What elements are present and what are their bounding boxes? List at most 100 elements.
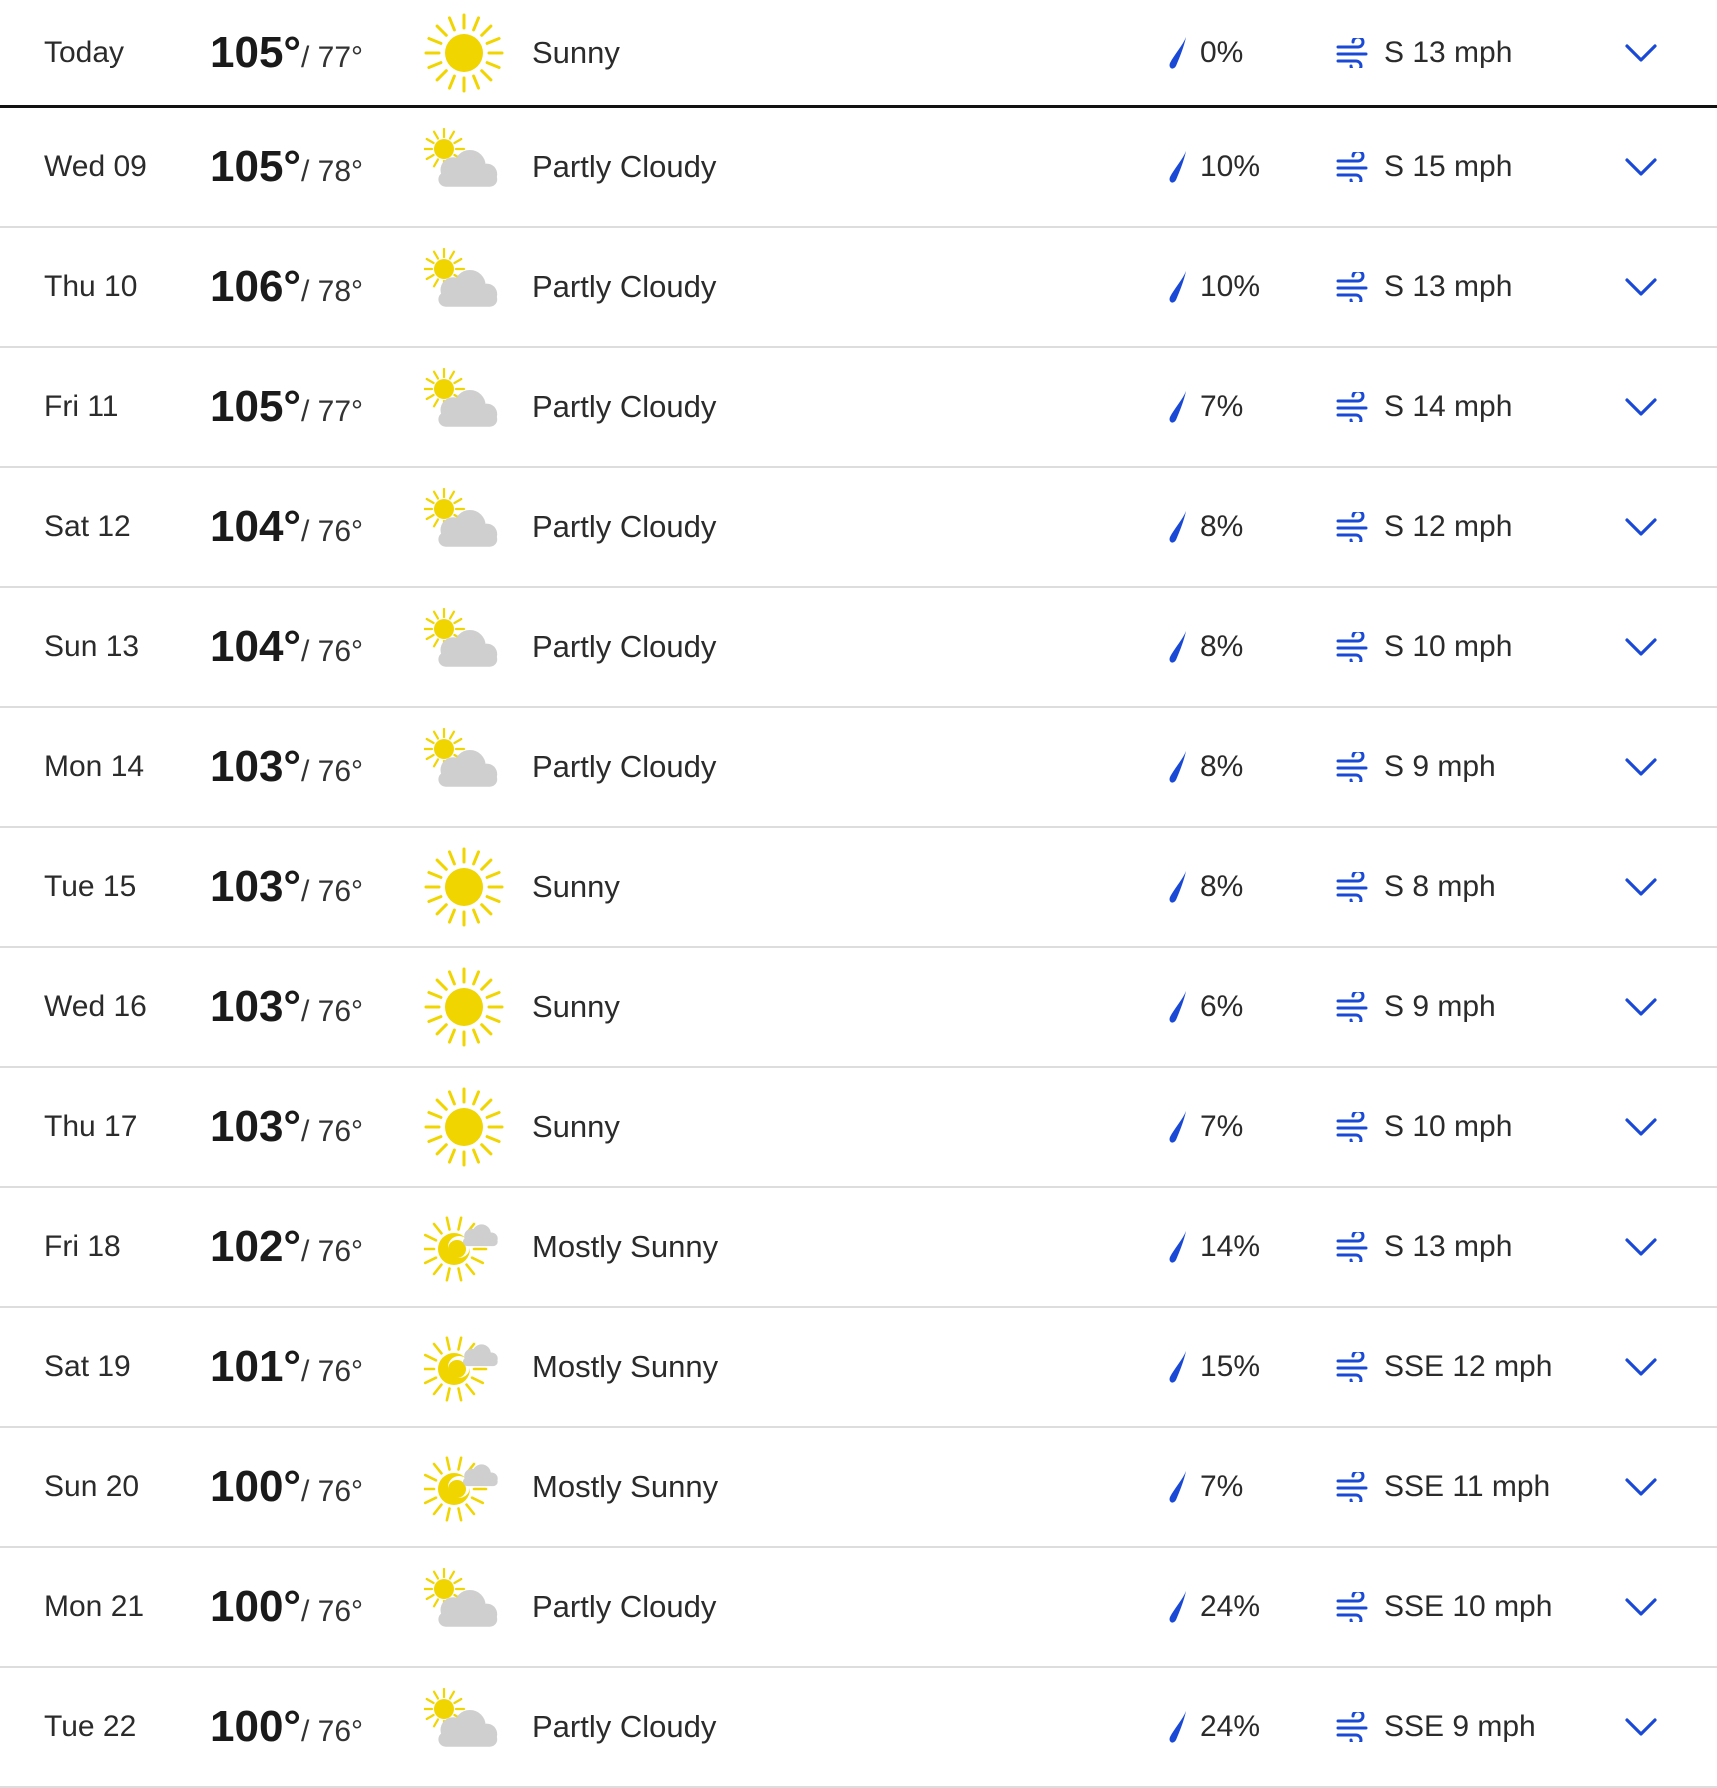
day-label: Mon 21 — [44, 1590, 145, 1623]
forecast-row-mon-21[interactable]: Mon 21 100°/ 76° Partly Cloudy 24% SSE 1… — [0, 1548, 1717, 1668]
wind-speed: S 12 mph — [1384, 510, 1513, 543]
high-temp: 104° — [210, 502, 302, 551]
temperature-range: 101°/ 76° — [210, 1342, 363, 1392]
precip-chance: 24% — [1200, 1710, 1261, 1743]
precip-chance: 7% — [1200, 1470, 1244, 1503]
wind-speed: S 9 mph — [1384, 750, 1496, 783]
condition-label: Partly Cloudy — [532, 149, 717, 184]
high-temp: 105° — [210, 382, 302, 431]
raindrop-icon — [1166, 1709, 1190, 1745]
condition-label: Partly Cloudy — [532, 509, 717, 544]
raindrop-icon — [1166, 509, 1190, 545]
wind-speed: S 9 mph — [1384, 990, 1496, 1023]
temperature-range: 100°/ 76° — [210, 1582, 363, 1632]
temperature-range: 103°/ 76° — [210, 742, 363, 792]
day-label: Wed 16 — [44, 990, 147, 1023]
wind-speed: SSE 10 mph — [1384, 1590, 1553, 1623]
high-temp: 103° — [210, 1102, 302, 1151]
forecast-row-sat-12[interactable]: Sat 12 104°/ 76° Partly Cloudy 8% S 12 m… — [0, 468, 1717, 588]
chevron-down-icon[interactable] — [1624, 1596, 1658, 1618]
high-temp: 102° — [210, 1222, 302, 1271]
day-label: Wed 09 — [44, 150, 147, 183]
high-temp: 104° — [210, 622, 302, 671]
temperature-range: 104°/ 76° — [210, 622, 363, 672]
high-temp: 101° — [210, 1342, 302, 1391]
forecast-row-wed-16[interactable]: Wed 16 103°/ 76° Sunny 6% S 9 mph — [0, 948, 1717, 1068]
condition-label: Sunny — [532, 34, 620, 70]
wind-icon — [1336, 992, 1370, 1022]
low-temp: / 76° — [301, 635, 364, 668]
low-temp: / 76° — [301, 1595, 364, 1628]
wind-speed: S 13 mph — [1384, 1230, 1513, 1263]
raindrop-icon — [1166, 629, 1190, 665]
raindrop-icon — [1166, 1349, 1190, 1385]
low-temp: / 76° — [301, 515, 364, 548]
high-temp: 100° — [210, 1582, 302, 1631]
forecast-row-mon-14[interactable]: Mon 14 103°/ 76° Partly Cloudy 8% S 9 mp… — [0, 708, 1717, 828]
forecast-row-wed-09[interactable]: Wed 09 105°/ 78° Partly Cloudy 10% S 15 … — [0, 108, 1717, 228]
chevron-down-icon[interactable] — [1624, 42, 1658, 64]
condition-label: Mostly Sunny — [532, 1469, 719, 1504]
raindrop-icon — [1166, 1469, 1190, 1505]
forecast-row-tue-22[interactable]: Tue 22 100°/ 76° Partly Cloudy 24% SSE 9… — [0, 1668, 1717, 1788]
chevron-down-icon[interactable] — [1624, 156, 1658, 178]
low-temp: / 76° — [301, 1115, 364, 1148]
chevron-down-icon[interactable] — [1624, 876, 1658, 898]
forecast-row-thu-17[interactable]: Thu 17 103°/ 76° Sunny 7% S 10 mph — [0, 1068, 1717, 1188]
low-temp: / 78° — [301, 155, 364, 188]
temperature-range: 104°/ 76° — [210, 502, 363, 552]
raindrop-icon — [1166, 1229, 1190, 1265]
forecast-row-fri-18[interactable]: Fri 18 102°/ 76° Mostly Sunny 14% S 13 m… — [0, 1188, 1717, 1308]
precip-chance: 7% — [1200, 390, 1244, 423]
wind-speed: SSE 9 mph — [1384, 1710, 1536, 1743]
condition-label: Partly Cloudy — [532, 629, 717, 664]
low-temp: / 77° — [301, 395, 364, 428]
forecast-row-sun-13[interactable]: Sun 13 104°/ 76° Partly Cloudy 8% S 10 m… — [0, 588, 1717, 708]
wind-icon — [1336, 872, 1370, 902]
forecast-row-tue-15[interactable]: Tue 15 103°/ 76° Sunny 8% S 8 mph — [0, 828, 1717, 948]
condition-label: Partly Cloudy — [532, 269, 717, 304]
precip-chance: 0% — [1200, 35, 1244, 69]
day-label: Mon 14 — [44, 750, 145, 783]
condition-label: Mostly Sunny — [532, 1229, 719, 1264]
high-temp: 106° — [210, 262, 302, 311]
partly-cloudy-icon — [424, 727, 504, 807]
chevron-down-icon[interactable] — [1624, 1116, 1658, 1138]
wind-speed: S 8 mph — [1384, 870, 1496, 903]
chevron-down-icon[interactable] — [1624, 996, 1658, 1018]
precip-chance: 8% — [1200, 510, 1244, 543]
wind-speed: SSE 11 mph — [1384, 1470, 1551, 1503]
low-temp: / 76° — [301, 1475, 364, 1508]
low-temp: / 76° — [301, 1715, 364, 1748]
raindrop-icon — [1166, 1589, 1190, 1625]
forecast-row-today[interactable]: Today 105°/ 77° Sunny 0% S 13 mph — [0, 0, 1717, 108]
chevron-down-icon[interactable] — [1624, 276, 1658, 298]
partly-cloudy-icon — [424, 607, 504, 687]
forecast-row-sun-20[interactable]: Sun 20 100°/ 76° Mostly Sunny 7% SSE 11 … — [0, 1428, 1717, 1548]
temperature-range: 105°/ 77° — [210, 382, 363, 432]
forecast-row-thu-10[interactable]: Thu 10 106°/ 78° Partly Cloudy 10% S 13 … — [0, 228, 1717, 348]
low-temp: / 76° — [301, 875, 364, 908]
chevron-down-icon[interactable] — [1624, 1716, 1658, 1738]
raindrop-icon — [1166, 869, 1190, 905]
wind-icon — [1336, 1112, 1370, 1142]
condition-label: Partly Cloudy — [532, 1589, 717, 1624]
chevron-down-icon[interactable] — [1624, 756, 1658, 778]
raindrop-icon — [1166, 389, 1190, 425]
high-temp: 105° — [210, 142, 302, 191]
forecast-row-fri-11[interactable]: Fri 11 105°/ 77° Partly Cloudy 7% S 14 m… — [0, 348, 1717, 468]
forecast-row-sat-19[interactable]: Sat 19 101°/ 76° Mostly Sunny 15% SSE 12… — [0, 1308, 1717, 1428]
chevron-down-icon[interactable] — [1624, 1356, 1658, 1378]
low-temp: / 76° — [301, 1235, 364, 1268]
raindrop-icon — [1166, 989, 1190, 1025]
condition-label: Sunny — [532, 1109, 620, 1144]
chevron-down-icon[interactable] — [1624, 1236, 1658, 1258]
chevron-down-icon[interactable] — [1624, 396, 1658, 418]
chevron-down-icon[interactable] — [1624, 636, 1658, 658]
precip-chance: 8% — [1200, 630, 1244, 663]
chevron-down-icon[interactable] — [1624, 516, 1658, 538]
wind-speed: S 14 mph — [1384, 390, 1513, 423]
temperature-range: 102°/ 76° — [210, 1222, 363, 1272]
low-temp: / 78° — [301, 275, 364, 308]
chevron-down-icon[interactable] — [1624, 1476, 1658, 1498]
